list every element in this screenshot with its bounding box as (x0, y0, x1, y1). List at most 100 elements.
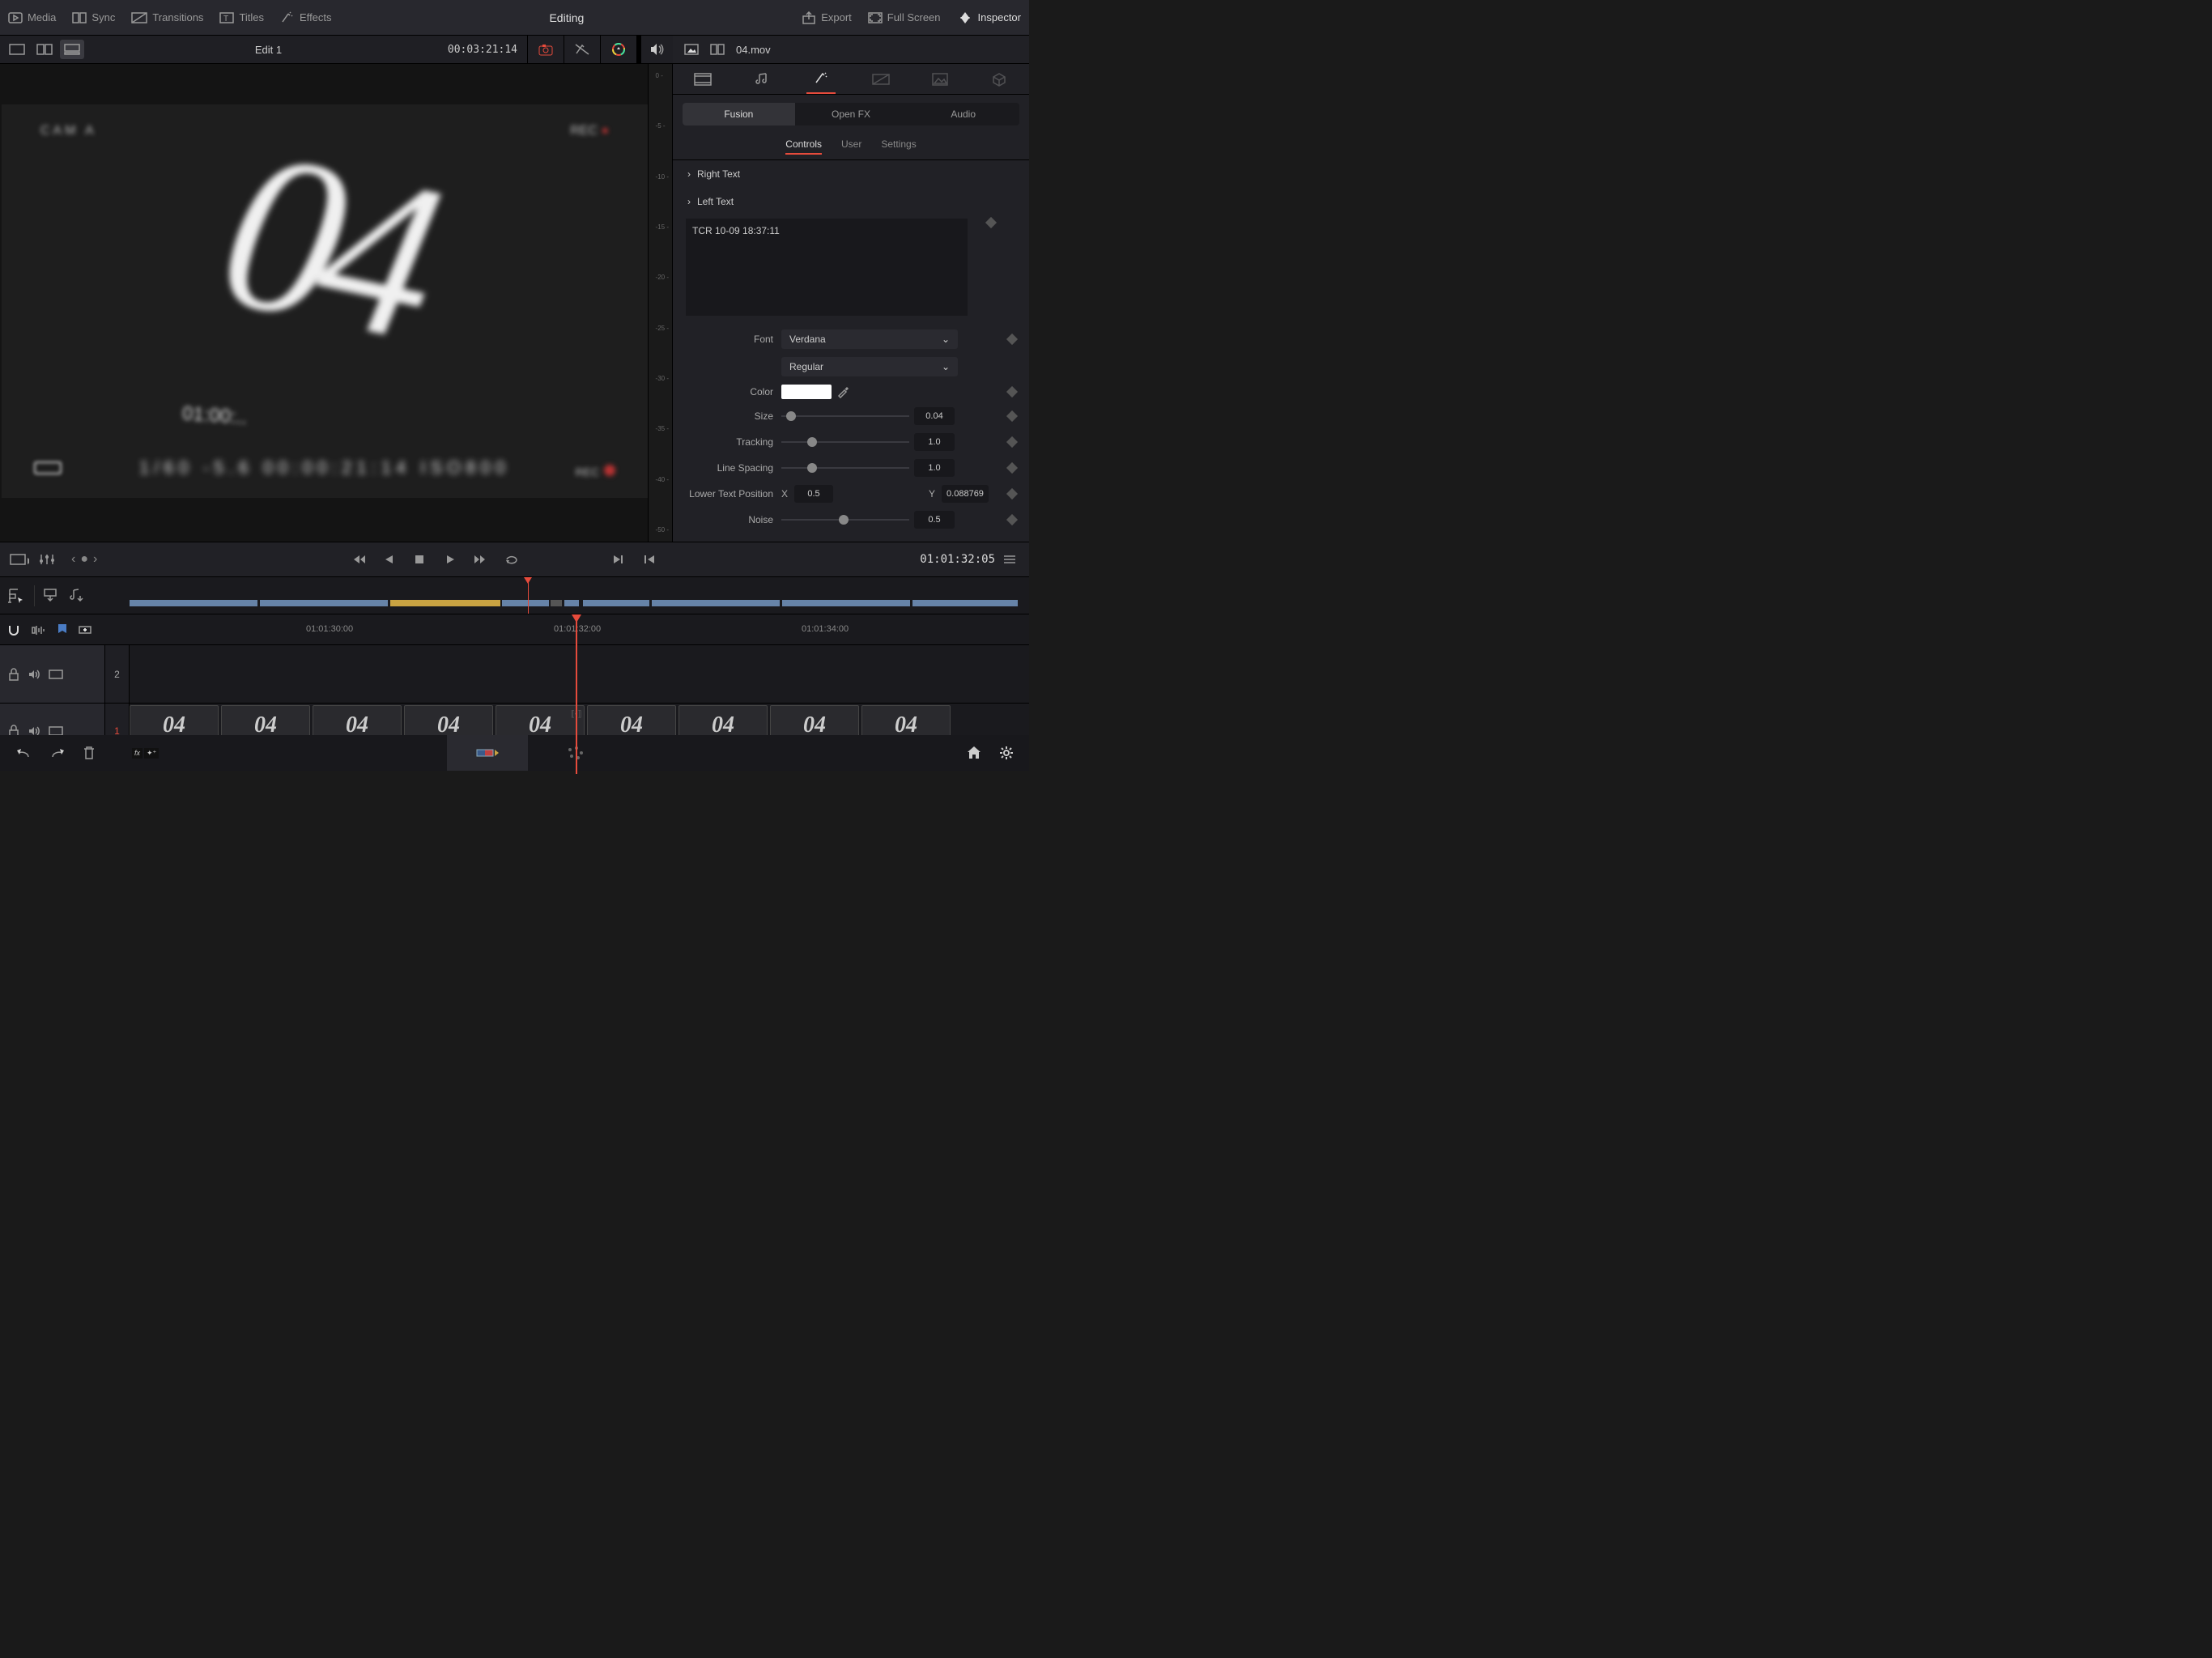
audio-scrub-icon[interactable] (31, 624, 47, 636)
lowerpos-y[interactable] (942, 485, 989, 503)
media-tab[interactable]: Media (0, 11, 64, 23)
trash-icon[interactable] (83, 746, 96, 760)
keyframe-diamond[interactable] (1006, 334, 1018, 345)
lock-icon[interactable] (8, 668, 19, 681)
step-back-icon[interactable] (379, 550, 398, 569)
keyframe-diamond[interactable] (1006, 436, 1018, 448)
page-cut[interactable] (447, 735, 528, 771)
marker-dot-icon[interactable]: ● (80, 552, 88, 567)
redo-icon[interactable] (49, 746, 66, 760)
snapshot-icon[interactable] (527, 36, 563, 64)
noise-value[interactable] (914, 511, 955, 529)
insp-tab-transition[interactable] (866, 65, 895, 94)
timeline-timecode[interactable]: 01:01:32:05 (920, 553, 995, 566)
keyframe-diamond[interactable] (1006, 410, 1018, 422)
prev-clip-icon[interactable] (640, 550, 659, 569)
track-v2-header[interactable] (0, 645, 105, 703)
track-v2-number[interactable]: 2 (105, 645, 130, 703)
prev-edit-icon[interactable]: ‹ (71, 552, 75, 567)
view-mode-3[interactable] (60, 40, 84, 59)
subtab-settings[interactable]: Settings (881, 138, 916, 155)
keyframe-diamond[interactable] (1006, 386, 1018, 397)
collapse-left-text[interactable]: › Left Text (673, 188, 1029, 215)
size-slider[interactable] (781, 415, 909, 417)
snap-icon[interactable] (6, 623, 21, 637)
color-swatch[interactable] (781, 385, 832, 399)
tool-mixer-icon[interactable] (37, 550, 57, 569)
goto-end-icon[interactable] (471, 550, 491, 569)
text-input[interactable] (686, 219, 968, 316)
fullscreen-tab[interactable]: Full Screen (860, 11, 949, 23)
playhead[interactable] (576, 614, 577, 774)
settings-icon[interactable] (998, 745, 1015, 761)
bypass-fx-icon[interactable] (564, 36, 599, 64)
mini-timeline[interactable] (130, 577, 1029, 614)
home-icon[interactable] (966, 745, 982, 761)
font-select[interactable]: Verdana⌄ (781, 329, 958, 349)
sync-tab[interactable]: Sync (64, 11, 123, 23)
subtab-user[interactable]: User (841, 138, 861, 155)
fullscreen-label: Full Screen (887, 11, 941, 23)
insp-tab-audio[interactable] (747, 65, 776, 94)
inspector-tab[interactable]: Inspector (949, 11, 1029, 25)
effects-tab[interactable]: Effects (272, 11, 340, 24)
insp-tab-image[interactable] (925, 65, 955, 94)
size-value[interactable] (914, 407, 955, 425)
noise-slider[interactable] (781, 519, 909, 521)
track-v2-clips[interactable] (130, 645, 1029, 703)
viewer-timecode[interactable]: 00:03:21:14 (448, 44, 527, 56)
collapse-right-text[interactable]: › Right Text (673, 160, 1029, 188)
view-mode-2[interactable] (32, 40, 57, 59)
next-edit-icon[interactable]: › (93, 552, 97, 567)
seg-openfx[interactable]: Open FX (795, 103, 908, 125)
eyedropper-icon[interactable] (836, 385, 849, 398)
loop-icon[interactable] (502, 550, 521, 569)
frame-rec-bot: REC (576, 465, 616, 478)
play-icon[interactable] (440, 550, 460, 569)
page-edit[interactable] (534, 735, 615, 771)
insp-tab-effects[interactable] (806, 65, 836, 94)
linespacing-value[interactable] (914, 459, 955, 477)
viewer-monitor[interactable]: CAM A REC ● 04 01:00:.. 1/60 -5.6 00:00:… (0, 64, 648, 542)
flag-icon[interactable] (78, 624, 92, 636)
timeline-tool-audio[interactable] (69, 588, 87, 604)
mute-icon[interactable] (636, 36, 672, 64)
next-clip-icon[interactable] (609, 550, 628, 569)
insp-tab-3d[interactable] (985, 65, 1014, 94)
keyframe-diamond[interactable] (1006, 462, 1018, 474)
transitions-label: Transitions (152, 11, 203, 23)
chevron-right-icon: › (687, 168, 691, 180)
marker-icon[interactable] (57, 623, 68, 636)
ruler-tick: 01:01:30:00 (306, 624, 353, 634)
transitions-tab[interactable]: Transitions (123, 11, 211, 23)
timeline-tool-insert[interactable] (43, 588, 61, 604)
seg-audio[interactable]: Audio (907, 103, 1019, 125)
keyframe-diamond[interactable] (985, 217, 997, 228)
keyframe-diamond[interactable] (1006, 488, 1018, 500)
monitor-icon[interactable] (49, 670, 63, 679)
subtab-controls[interactable]: Controls (785, 138, 822, 155)
timeline-ruler[interactable]: 01:01:30:00 01:01:32:00 01:01:34:00 (130, 614, 1029, 644)
timeline-tool-select[interactable] (6, 586, 26, 606)
color-wheel-icon[interactable] (600, 36, 636, 64)
tool-clip-icon[interactable] (10, 550, 29, 569)
inspector-label: Inspector (978, 11, 1021, 23)
speaker-icon[interactable] (28, 669, 40, 680)
undo-icon[interactable] (15, 746, 32, 760)
tracking-slider[interactable] (781, 441, 909, 443)
view-mode-1[interactable] (5, 40, 29, 59)
edit-name[interactable]: Edit 1 (89, 44, 448, 56)
stop-icon[interactable] (410, 550, 429, 569)
lowerpos-x[interactable] (794, 485, 833, 503)
seg-fusion[interactable]: Fusion (683, 103, 795, 125)
insp-tab-video[interactable] (688, 65, 717, 94)
svg-text:T: T (223, 15, 228, 23)
linespacing-slider[interactable] (781, 467, 909, 469)
weight-select[interactable]: Regular⌄ (781, 357, 958, 376)
titles-tab[interactable]: T Titles (211, 11, 272, 23)
goto-start-icon[interactable] (348, 550, 368, 569)
tracking-value[interactable] (914, 433, 955, 451)
timeline-menu-icon[interactable] (1000, 550, 1019, 569)
export-tab[interactable]: Export (793, 11, 860, 24)
keyframe-diamond[interactable] (1006, 514, 1018, 525)
